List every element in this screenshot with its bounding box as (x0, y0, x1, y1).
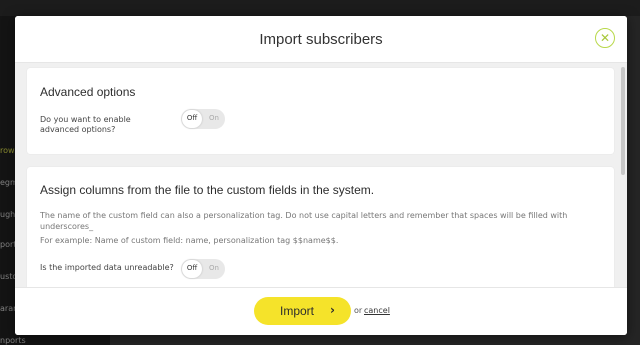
modal-header: Import subscribers ✕ (15, 16, 627, 63)
unreadable-data-toggle[interactable]: Off On (181, 259, 225, 279)
modal-title: Import subscribers (259, 31, 383, 48)
close-icon: ✕ (599, 31, 611, 45)
advanced-options-toggle[interactable]: Off On (181, 109, 225, 129)
modal-body[interactable]: Advanced options Do you want to enable a… (15, 63, 627, 288)
import-subscribers-modal: Import subscribers ✕ Advanced options Do… (15, 16, 627, 335)
modal-footer: Import › or cancel (15, 287, 627, 335)
or-text: or (354, 306, 363, 315)
advanced-options-title: Advanced options (40, 85, 136, 99)
import-button-label: Import (280, 304, 315, 318)
modal-scrollbar[interactable] (621, 67, 625, 175)
advanced-options-question: Do you want to enable advanced options? (40, 115, 131, 134)
unreadable-data-question: Is the imported data unreadable? (40, 263, 174, 272)
assign-columns-example: For example: Name of custom field: name,… (40, 236, 339, 245)
toggle-off-label: Off (186, 264, 198, 272)
toggle-on-label: On (209, 114, 219, 122)
advanced-options-card: Advanced options Do you want to enable a… (27, 68, 614, 154)
import-button[interactable]: Import › (254, 297, 351, 325)
close-button[interactable]: ✕ (595, 28, 615, 48)
assign-columns-card: Assign columns from the file to the cust… (27, 167, 614, 288)
chevron-right-icon: › (330, 303, 335, 317)
toggle-off-label: Off (186, 114, 198, 122)
cancel-link[interactable]: cancel (364, 306, 390, 315)
assign-columns-description: The name of the custom field can also a … (40, 211, 568, 231)
toggle-on-label: On (209, 264, 219, 272)
assign-columns-title: Assign columns from the file to the cust… (40, 183, 375, 197)
